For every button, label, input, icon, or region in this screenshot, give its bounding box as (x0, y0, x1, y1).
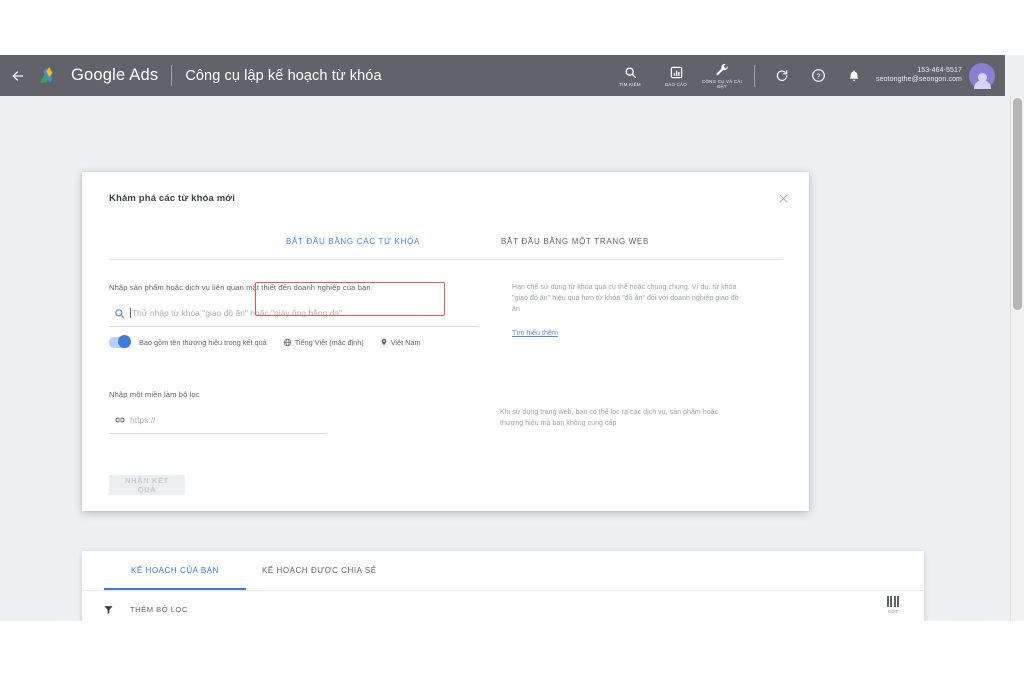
tab-your-plans[interactable]: KẾ HOẠCH CỦA BẠN (104, 551, 246, 590)
get-results-button[interactable]: NHẬN KẾT QUẢ (109, 475, 185, 495)
plans-card: KẾ HOẠCH CỦA BẠN KẾ HOẠCH ĐƯỢC CHIA SẺ T… (82, 551, 924, 621)
scrollbar-thumb[interactable] (1013, 98, 1022, 310)
letterbox-bottom (0, 621, 1024, 683)
domain-field-label: Nhập một miền làm bộ lọc (109, 390, 200, 399)
columns-bars-icon (886, 596, 900, 607)
page-scrollbar[interactable] (1010, 96, 1024, 621)
svg-text:?: ? (816, 72, 820, 80)
reports-tool-label: BÁO CÁO (665, 81, 687, 87)
appbar-actions-divider (754, 64, 756, 87)
tab-your-plans-label: KẾ HOẠCH CỦA BẠN (131, 566, 219, 575)
page-content: Khám phá các từ khóa mới BẮT ĐẦU BẰNG CÁ… (0, 96, 1005, 621)
include-brand-names-label: Bao gồm tên thương hiệu trong kết quả (139, 337, 267, 347)
toggle-knob (118, 335, 131, 348)
add-filter-label[interactable]: THÊM BỘ LỌC (130, 605, 188, 614)
reports-bar-chart-icon (670, 65, 683, 80)
search-icon (624, 65, 637, 80)
tools-settings-label: CÔNG CỤ VÀ CÀI ĐẶT (702, 79, 742, 89)
account-info[interactable]: 153-464-5517 seotongthe@seongon.com (876, 67, 962, 85)
tab-start-with-website[interactable]: BẮT ĐẦU BẰNG MỘT TRANG WEB (499, 224, 651, 259)
appbar-divider (171, 65, 173, 86)
domain-input-row[interactable]: https:// (109, 407, 327, 434)
include-brand-names-toggle[interactable] (109, 335, 131, 348)
browser-viewport: Google Ads Công cụ lập kế hoạch từ khóa … (0, 55, 1024, 621)
globe-language-icon (283, 338, 292, 347)
tab-shared-plans-label: KẾ HOẠCH ĐƯỢC CHIA SẺ (262, 566, 377, 575)
brand-title[interactable]: Google Ads (71, 66, 158, 85)
link-chain-icon (109, 414, 130, 426)
search-icon (109, 308, 130, 319)
tab-start-with-website-label: BẮT ĐẦU BẰNG MỘT TRANG WEB (501, 237, 649, 246)
keyword-field-label: Nhập sản phẩm hoặc dịch vụ liên quan mật… (109, 283, 371, 292)
avatar[interactable] (969, 62, 995, 89)
filter-funnel-icon[interactable] (100, 604, 116, 615)
plans-tabbar: KẾ HOẠCH CỦA BẠN KẾ HOẠCH ĐƯỢC CHIA SẺ (82, 551, 924, 591)
user-avatar-icon (969, 62, 995, 89)
search-tool-label: TÌM KIẾM (619, 81, 641, 87)
appbar-subtitle: Công cụ lập kế hoạch từ khóa (185, 67, 382, 84)
account-customer-id: 153-464-5517 (917, 66, 962, 74)
wrench-tools-icon (715, 62, 729, 77)
plans-filter-bar: THÊM BỘ LỌC CỘT (82, 590, 924, 621)
google-ads-logo-icon (38, 66, 60, 86)
account-email: seotongthe@seongon.com (876, 75, 962, 83)
keyword-input-row[interactable]: Thử nhập từ khóa "giao đồ ăn" hoặc "giày… (109, 300, 479, 327)
tab-shared-plans[interactable]: KẾ HOẠCH ĐƯỢC CHIA SẺ (262, 551, 377, 590)
language-selector[interactable]: Tiếng Việt (mặc định) (283, 338, 364, 347)
dialog-title: Khám phá các từ khóa mới (109, 193, 235, 204)
letterbox-top (0, 0, 1024, 55)
tools-settings-button[interactable]: CÔNG CỤ VÀ CÀI ĐẶT (699, 55, 745, 96)
language-label: Tiếng Việt (mặc định) (294, 337, 364, 347)
keyword-options-row: Bao gồm tên thương hiệu trong kết quả Ti… (109, 333, 499, 351)
columns-button-label: CỘT (887, 609, 899, 614)
screenshot-root: Google Ads Công cụ lập kế hoạch từ khóa … (0, 0, 1024, 683)
discover-keywords-dialog: Khám phá các từ khóa mới BẮT ĐẦU BẰNG CÁ… (82, 172, 809, 511)
dialog-tabbar: BẮT ĐẦU BẰNG CÁC TỪ KHÓA BẮT ĐẦU BẰNG MỘ… (109, 224, 782, 260)
location-label: Việt Nam (390, 337, 421, 347)
location-selector[interactable]: Việt Nam (380, 337, 421, 347)
keyword-input[interactable]: Thử nhập từ khóa "giao đồ ăn" hoặc "giày… (132, 308, 342, 318)
search-tool-button[interactable]: TÌM KIẾM (607, 55, 653, 96)
learn-more-link[interactable]: Tìm hiểu thêm (512, 328, 558, 337)
tab-start-with-keywords-label: BẮT ĐẦU BẰNG CÁC TỪ KHÓA (286, 237, 421, 246)
location-pin-icon (380, 337, 388, 347)
back-arrow-icon[interactable] (8, 66, 28, 86)
tab-start-with-keywords[interactable]: BẮT ĐẦU BẰNG CÁC TỪ KHÓA (284, 224, 422, 259)
refresh-icon[interactable] (767, 61, 797, 91)
domain-input[interactable]: https:// (130, 415, 156, 425)
text-caret (130, 308, 131, 318)
keyword-hint-text: Hạn chế sử dụng từ khóa quá cụ thể hoặc … (512, 284, 739, 313)
appbar-actions: TÌM KIẾM BÁO CÁO CÔNG CỤ VÀ CÀI ĐẶT ? 15… (607, 55, 1005, 96)
domain-hint-text: Khi sử dụng trang web, bạn có thể lọc ra… (500, 409, 719, 427)
app-bar: Google Ads Công cụ lập kế hoạch từ khóa … (0, 55, 1005, 96)
help-question-icon[interactable]: ? (803, 61, 833, 91)
columns-button[interactable]: CỘT (876, 596, 910, 614)
bell-icon[interactable] (839, 61, 869, 91)
reports-tool-button[interactable]: BÁO CÁO (653, 55, 699, 96)
close-x-icon[interactable] (773, 188, 793, 208)
